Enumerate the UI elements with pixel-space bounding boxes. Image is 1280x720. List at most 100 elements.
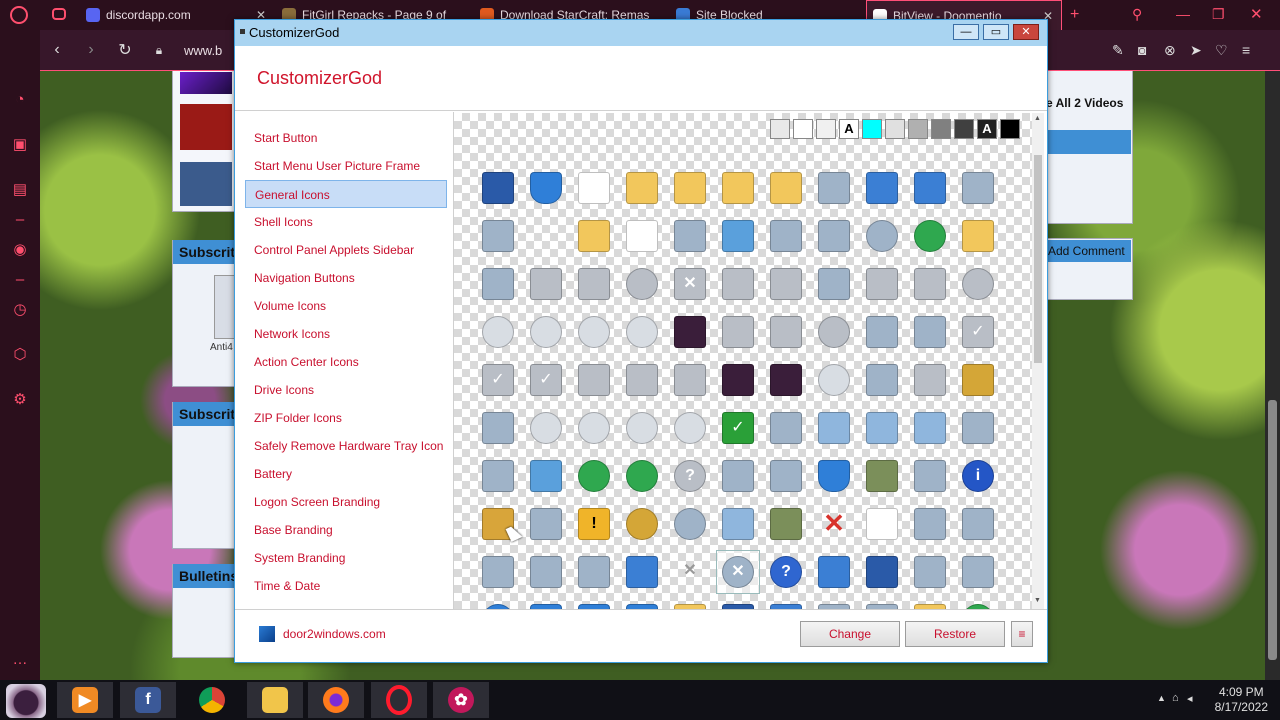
close-circle-icon[interactable]: ✕ — [722, 556, 754, 588]
disc-icon[interactable] — [530, 412, 562, 444]
nav-item[interactable]: Base Branding — [245, 516, 447, 544]
drive-purple-icon[interactable] — [530, 268, 562, 300]
all-videos-link[interactable]: e All 2 Videos — [1046, 96, 1123, 110]
nav-item[interactable]: Volume Icons — [245, 292, 447, 320]
remote-desktop-icon[interactable] — [482, 268, 514, 300]
color-swatch[interactable] — [1000, 119, 1020, 139]
ram-icon[interactable] — [818, 268, 850, 300]
paint-box-icon[interactable] — [962, 412, 994, 444]
folder-narrow-icon[interactable] — [770, 172, 802, 204]
drive-dark-icon[interactable] — [578, 268, 610, 300]
server-icon[interactable] — [914, 460, 946, 492]
scroll-thumb[interactable] — [1034, 155, 1042, 363]
file-blue-icon[interactable] — [866, 172, 898, 204]
blue-frame-icon[interactable] — [818, 556, 850, 588]
gremlin-icon[interactable] — [722, 364, 754, 396]
color-swatch[interactable] — [770, 119, 790, 139]
nav-item[interactable]: System Branding — [245, 544, 447, 572]
folder-icon[interactable] — [626, 172, 658, 204]
folder-icon[interactable] — [722, 172, 754, 204]
folder-icon[interactable] — [674, 172, 706, 204]
dash-icon[interactable]: – — [10, 210, 30, 230]
mobile-icon[interactable] — [914, 316, 946, 348]
footer-link-label[interactable]: door2windows.com — [283, 627, 386, 641]
disc-dvd-rom-icon[interactable] — [578, 316, 610, 348]
color-swatch[interactable] — [816, 119, 836, 139]
help-icon[interactable]: ? — [770, 556, 802, 588]
nav-item[interactable]: Start Button — [245, 124, 447, 152]
warning-icon[interactable]: ! — [578, 508, 610, 540]
color-swatch[interactable] — [908, 119, 928, 139]
gear-page-icon[interactable] — [818, 412, 850, 444]
taskbar-media-player[interactable]: ▶ — [57, 682, 113, 718]
system-clock[interactable]: 4:09 PM 8/17/2022 — [1215, 685, 1268, 715]
flowers-icon[interactable] — [530, 508, 562, 540]
nav-item[interactable]: Action Center Icons — [245, 348, 447, 376]
color-swatch[interactable] — [862, 119, 882, 139]
camera-icon[interactable] — [866, 364, 898, 396]
printer-pc-icon[interactable] — [914, 508, 946, 540]
volume-icon[interactable]: ◂ — [1187, 692, 1193, 705]
monitor-blue-icon[interactable] — [866, 556, 898, 588]
settings-icon[interactable]: ⚙ — [10, 390, 30, 410]
pda-icon[interactable] — [482, 556, 514, 588]
monitor-icon[interactable] — [482, 172, 514, 204]
drive-gear-icon[interactable] — [722, 316, 754, 348]
drive-ok-icon[interactable]: ✓ — [530, 364, 562, 396]
window-app-icon[interactable] — [482, 220, 514, 252]
nav-item[interactable]: Control Panel Applets Sidebar — [245, 236, 447, 264]
player-icon[interactable]: ◉ — [10, 240, 30, 260]
clock-refresh-icon[interactable] — [626, 508, 658, 540]
gamepad-icon[interactable] — [52, 8, 66, 20]
globe-user-icon[interactable] — [626, 460, 658, 492]
grey-x-icon[interactable]: ✕ — [674, 556, 706, 588]
speed-dial-icon[interactable]: ◔ — [10, 90, 30, 110]
blue-box-icon[interactable] — [626, 556, 658, 588]
dash-icon[interactable]: – — [10, 270, 30, 290]
nav-item[interactable]: Navigation Buttons — [245, 264, 447, 292]
presentation-icon[interactable] — [962, 556, 994, 588]
window-frame-icon[interactable] — [962, 508, 994, 540]
close-window-icon[interactable]: ✕ — [1250, 5, 1263, 23]
disc-cd-rw-icon[interactable] — [674, 412, 706, 444]
remote-icon[interactable] — [770, 412, 802, 444]
disc-dvd-icon[interactable] — [818, 364, 850, 396]
thumbnail[interactable] — [180, 162, 232, 206]
disc-dvd-ram-icon[interactable] — [530, 316, 562, 348]
title-bar[interactable]: CustomizerGod — ▭ ✕ — [235, 20, 1047, 46]
picture-icon[interactable] — [530, 460, 562, 492]
film-icon[interactable] — [818, 220, 850, 252]
thumbnail[interactable] — [180, 72, 232, 94]
nav-item[interactable]: Safely Remove Hardware Tray Icon — [245, 432, 447, 460]
disc-cd-rom-icon[interactable] — [626, 412, 658, 444]
puzzle-icon[interactable] — [962, 172, 994, 204]
disc-cd-r-icon[interactable] — [578, 412, 610, 444]
scroll-thumb[interactable] — [1268, 400, 1277, 660]
nav-item[interactable]: Logon Screen Branding — [245, 488, 447, 516]
add-comment-button[interactable]: Add Comment — [1046, 240, 1131, 262]
scanner-icon[interactable] — [578, 556, 610, 588]
color-swatch[interactable] — [885, 119, 905, 139]
folder-drive-icon[interactable] — [962, 220, 994, 252]
document-list-icon[interactable] — [866, 508, 898, 540]
drive-green-icon[interactable] — [770, 268, 802, 300]
info-icon[interactable]: i — [962, 460, 994, 492]
nav-item[interactable]: Shell Icons — [245, 208, 447, 236]
gear-page-icon[interactable] — [914, 412, 946, 444]
document-icon[interactable] — [626, 220, 658, 252]
document-icon[interactable] — [578, 172, 610, 204]
restore-button[interactable]: Restore — [905, 621, 1005, 647]
drive-dvd-icon[interactable] — [962, 268, 994, 300]
color-swatch[interactable] — [793, 119, 813, 139]
user-label[interactable]: Anti4 — [210, 342, 233, 353]
blank-doc-icon[interactable] — [914, 556, 946, 588]
change-button[interactable]: Change — [800, 621, 900, 647]
browser-logo-icon[interactable] — [10, 6, 28, 24]
move-arrows-icon[interactable] — [674, 508, 706, 540]
picture-frame-icon[interactable] — [722, 220, 754, 252]
nav-item[interactable]: General Icons — [245, 180, 447, 208]
taskbar-facebook[interactable]: f — [120, 682, 176, 718]
uac-shield-icon[interactable] — [818, 460, 850, 492]
colors-icon[interactable] — [866, 220, 898, 252]
nav-item[interactable]: Start Menu User Picture Frame — [245, 152, 447, 180]
